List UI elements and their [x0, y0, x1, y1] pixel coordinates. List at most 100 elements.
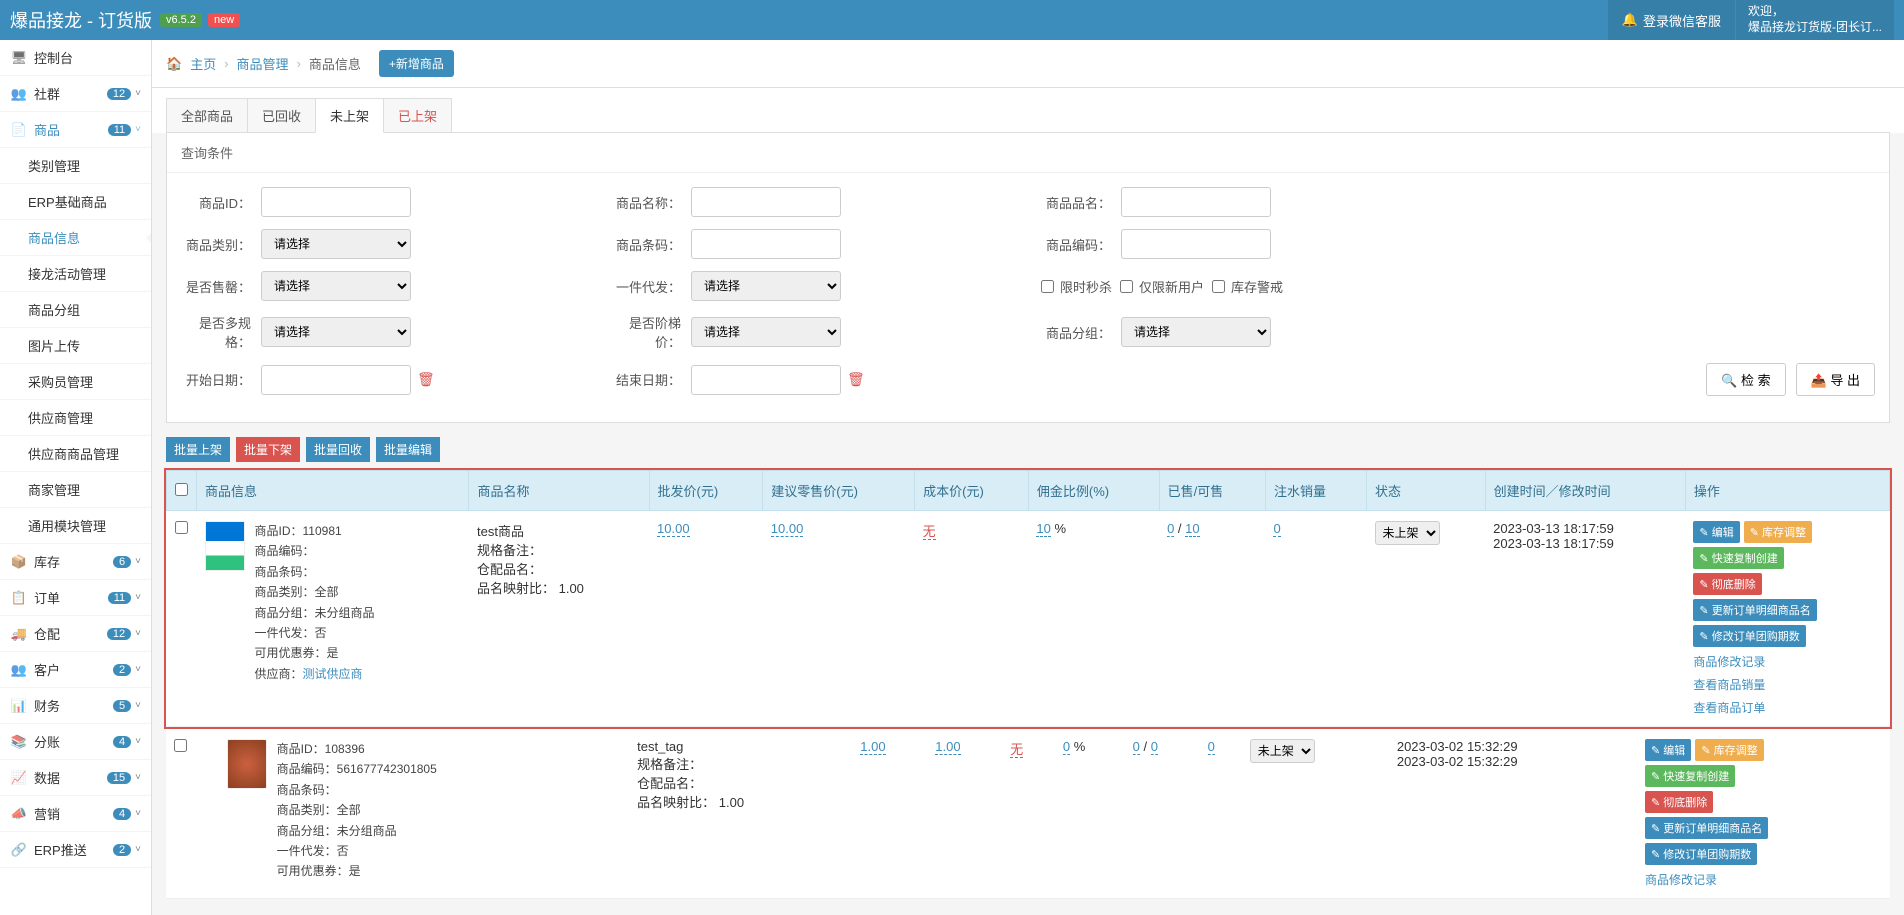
sidebar-item-分账[interactable]: 📚分账4˅ [0, 724, 151, 760]
tierprice-select[interactable]: 请选择 [691, 317, 841, 347]
log-link[interactable]: 商品修改记录 [1645, 871, 1717, 888]
sidebar-item-营销[interactable]: 📣营销4˅ [0, 796, 151, 832]
update-period-button[interactable]: ✎ 修改订单团购期数 [1645, 843, 1757, 865]
count-badge: 2 [113, 844, 131, 856]
category-select[interactable]: 请选择 [261, 229, 411, 259]
update-detail-button[interactable]: ✎ 更新订单明细商品名 [1645, 817, 1768, 839]
water-sales[interactable]: 0 [1273, 521, 1280, 537]
soldout-select[interactable]: 请选择 [261, 271, 411, 301]
supplier-link[interactable]: 测试供应商 [303, 667, 363, 681]
sales-link[interactable]: 查看商品销量 [1693, 676, 1765, 693]
update-period-button[interactable]: ✎ 修改订单团购期数 [1693, 625, 1805, 647]
group-select[interactable]: 请选择 [1121, 317, 1271, 347]
cost-price[interactable]: 无 [923, 524, 936, 540]
new-user-checkbox[interactable] [1120, 280, 1133, 293]
menu-icon: 👥 [10, 662, 28, 678]
edit-button[interactable]: ✎ 编辑 [1645, 739, 1691, 761]
product-thumbnail[interactable] [227, 739, 267, 789]
sidebar-subitem-供应商商品管理[interactable]: 供应商商品管理 [0, 436, 151, 472]
water-sales[interactable]: 0 [1208, 739, 1215, 755]
delete-button[interactable]: ✎ 彻底删除 [1645, 791, 1713, 813]
tab-已上架[interactable]: 已上架 [383, 98, 452, 133]
sidebar-item-社群[interactable]: 👥社群12˅ [0, 76, 151, 112]
quick-copy-button[interactable]: ✎ 快速复制创建 [1693, 547, 1783, 569]
wholesale-price[interactable]: 10.00 [657, 521, 690, 537]
tab-已回收[interactable]: 已回收 [247, 98, 316, 133]
batch-edit-button[interactable]: 批量编辑 [376, 437, 440, 462]
edit-button[interactable]: ✎ 编辑 [1693, 521, 1739, 543]
sidebar-subitem-类别管理[interactable]: 类别管理 [0, 148, 151, 184]
row-checkbox[interactable] [174, 739, 187, 752]
sidebar-subitem-通用模块管理[interactable]: 通用模块管理 [0, 508, 151, 544]
dropship-select[interactable]: 请选择 [691, 271, 841, 301]
menu-icon: 📋 [10, 590, 28, 606]
select-all-checkbox[interactable] [175, 483, 188, 496]
row-checkbox[interactable] [175, 521, 188, 534]
search-button[interactable]: 🔍 检 索 [1706, 363, 1785, 396]
sidebar-subitem-图片上传[interactable]: 图片上传 [0, 328, 151, 364]
clear-start-date-icon[interactable]: 🗑 [417, 371, 435, 388]
avail-count[interactable]: 10 [1185, 521, 1199, 537]
sidebar-item-库存[interactable]: 📦库存6˅ [0, 544, 151, 580]
status-select[interactable]: 未上架 [1250, 739, 1315, 763]
status-select[interactable]: 未上架 [1375, 521, 1440, 545]
home-icon[interactable]: 🏠 [166, 56, 182, 72]
product-name-input[interactable] [691, 187, 841, 217]
sidebar-item-商品[interactable]: 📄商品11˅ [0, 112, 151, 148]
menu-icon: 📣 [10, 806, 28, 822]
sidebar-subitem-商品分组[interactable]: 商品分组 [0, 292, 151, 328]
sidebar-item-订单[interactable]: 📋订单11˅ [0, 580, 151, 616]
sidebar-subitem-供应商管理[interactable]: 供应商管理 [0, 400, 151, 436]
wholesale-price[interactable]: 1.00 [860, 739, 885, 755]
delete-button[interactable]: ✎ 彻底删除 [1693, 573, 1761, 595]
batch-up-button[interactable]: 批量上架 [166, 437, 230, 462]
product-alias-input[interactable] [1121, 187, 1271, 217]
multispec-select[interactable]: 请选择 [261, 317, 411, 347]
sidebar-subitem-商家管理[interactable]: 商家管理 [0, 472, 151, 508]
sidebar-subitem-采购员管理[interactable]: 采购员管理 [0, 364, 151, 400]
product-thumbnail[interactable] [205, 521, 245, 571]
quick-copy-button[interactable]: ✎ 快速复制创建 [1645, 765, 1735, 787]
retail-price[interactable]: 10.00 [771, 521, 804, 537]
stock-alert-checkbox[interactable] [1212, 280, 1225, 293]
barcode-input[interactable] [691, 229, 841, 259]
stock-adjust-button[interactable]: ✎ 库存调整 [1695, 739, 1763, 761]
tab-未上架[interactable]: 未上架 [315, 98, 384, 133]
sold-count[interactable]: 0 [1167, 521, 1174, 537]
tab-全部商品[interactable]: 全部商品 [166, 98, 248, 133]
sidebar-subitem-ERP基础商品[interactable]: ERP基础商品 [0, 184, 151, 220]
sidebar-item-仓配[interactable]: 🚚仓配12˅ [0, 616, 151, 652]
clear-end-date-icon[interactable]: 🗑 [847, 371, 865, 388]
batch-recycle-button[interactable]: 批量回收 [306, 437, 370, 462]
orders-link[interactable]: 查看商品订单 [1693, 699, 1765, 716]
export-button[interactable]: 📤 导 出 [1796, 363, 1875, 396]
sidebar-item-财务[interactable]: 📊财务5˅ [0, 688, 151, 724]
sidebar-item-数据[interactable]: 📈数据15˅ [0, 760, 151, 796]
chevron-down-icon: ˅ [135, 700, 141, 711]
log-link[interactable]: 商品修改记录 [1693, 653, 1765, 670]
avail-count[interactable]: 0 [1151, 739, 1158, 755]
flash-sale-checkbox[interactable] [1041, 280, 1054, 293]
batch-down-button[interactable]: 批量下架 [236, 437, 300, 462]
update-detail-button[interactable]: ✎ 更新订单明细商品名 [1693, 599, 1816, 621]
welcome-box[interactable]: 欢迎， 爆品接龙订货版-团长订... [1735, 0, 1894, 40]
wechat-cs-button[interactable]: 🔔 登录微信客服 [1608, 0, 1735, 40]
breadcrumb-home[interactable]: 主页 [190, 54, 216, 73]
chevron-down-icon: ˅ [135, 592, 141, 603]
sidebar-item-ERP推送[interactable]: 🔗ERP推送2˅ [0, 832, 151, 868]
sidebar-item-客户[interactable]: 👥客户2˅ [0, 652, 151, 688]
sidebar-subitem-商品信息[interactable]: 商品信息 [0, 220, 151, 256]
sidebar-item-控制台[interactable]: 🖥控制台 [0, 40, 151, 76]
product-id-input[interactable] [261, 187, 411, 217]
commission[interactable]: 10 [1036, 521, 1050, 537]
sidebar-subitem-接龙活动管理[interactable]: 接龙活动管理 [0, 256, 151, 292]
sold-count[interactable]: 0 [1133, 739, 1140, 755]
add-product-button[interactable]: +新增商品 [379, 50, 454, 77]
breadcrumb-l1[interactable]: 商品管理 [237, 54, 289, 73]
cost-price[interactable]: 无 [1010, 742, 1023, 758]
product-code-input[interactable] [1121, 229, 1271, 259]
stock-adjust-button[interactable]: ✎ 库存调整 [1744, 521, 1812, 543]
start-date-input[interactable] [261, 365, 411, 395]
end-date-input[interactable] [691, 365, 841, 395]
retail-price[interactable]: 1.00 [935, 739, 960, 755]
